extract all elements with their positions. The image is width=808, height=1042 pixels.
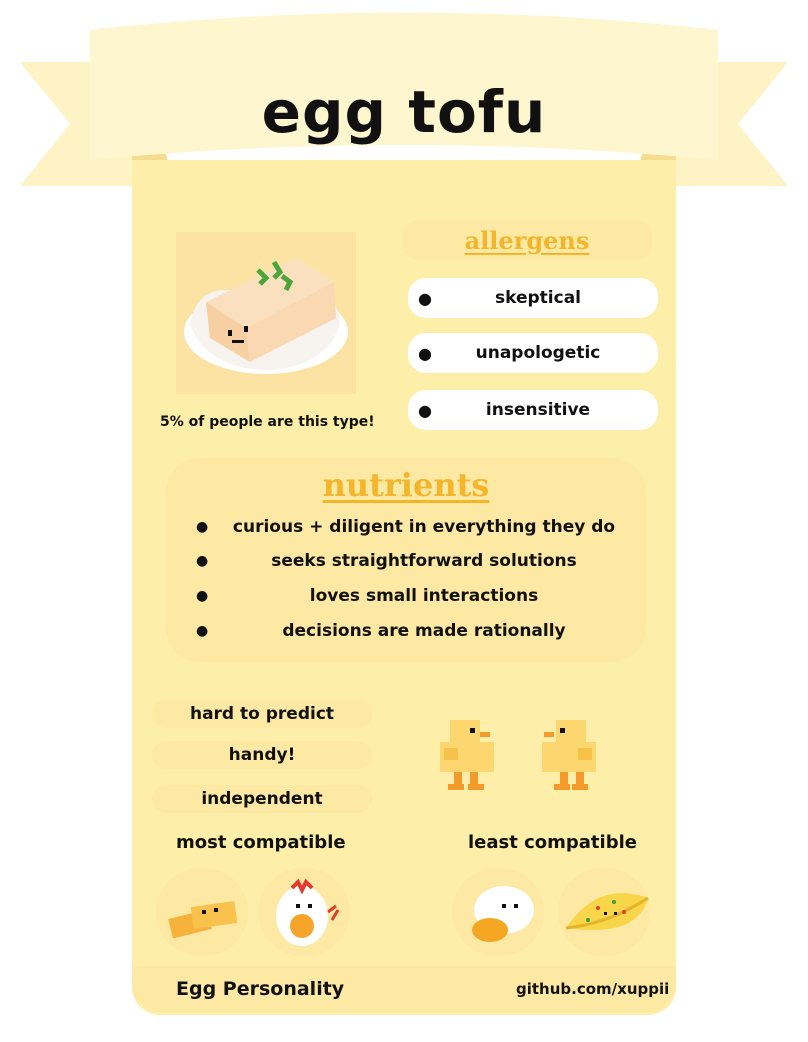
nutrients-heading: nutrients [322, 466, 490, 504]
egg-personality-card: { "title": "egg tofu", "percent_text": "… [0, 0, 808, 1042]
footer-link[interactable]: github.com/xuppii [516, 980, 669, 998]
allergen-label: insensitive [485, 400, 591, 420]
bullet-icon: ● [196, 623, 209, 639]
allergens-heading-label: allergens [464, 225, 590, 255]
page-title: egg tofu [261, 78, 547, 146]
allergen-item: ● skeptical [408, 278, 658, 318]
allergen-item: ● insensitive [408, 390, 658, 430]
nutrient-label: seeks straightforward solutions [271, 551, 577, 571]
most-compatible-egg-2 [258, 868, 350, 956]
boiled-egg-icon [276, 878, 340, 946]
nutrient-label: decisions are made rationally [282, 621, 566, 641]
nutrient-label: loves small interactions [309, 586, 539, 606]
egg-tofu-icon [184, 258, 348, 374]
nutrient-item: ● loves small interactions [196, 581, 636, 611]
nutrients-panel: nutrients ● curious + diligent in everyt… [166, 458, 646, 662]
least-compatible-egg-2 [558, 868, 650, 956]
bullet-icon: ● [418, 400, 432, 420]
nutrient-item: ● seeks straightforward solutions [196, 546, 636, 576]
bullet-icon: ● [196, 588, 209, 604]
allergen-item: ● unapologetic [408, 333, 658, 373]
allergens-heading: allergens [402, 220, 652, 260]
chick-left-icon [440, 720, 494, 790]
bullet-icon: ● [196, 553, 209, 569]
most-compatible-label: most compatible [176, 832, 346, 853]
allergen-label: unapologetic [475, 343, 601, 363]
footer-brand: Egg Personality [176, 978, 345, 1000]
most-compatible-egg-1 [156, 868, 248, 956]
egg-tofu-portrait [176, 232, 356, 394]
rolled-omelette-icon [168, 901, 238, 939]
bullet-icon: ● [418, 288, 432, 308]
bullet-icon: ● [196, 519, 209, 535]
trait-tag: handy! [152, 741, 372, 769]
trait-tag: independent [152, 785, 372, 813]
nutrient-item: ● curious + diligent in everything they … [196, 512, 636, 542]
nutrient-item: ● decisions are made rationally [196, 616, 636, 646]
trait-tag: hard to predict [152, 700, 372, 728]
omelette-icon [565, 893, 649, 930]
allergen-label: skeptical [495, 288, 581, 308]
percent-text: 5% of people are this type! [160, 414, 375, 430]
bullet-icon: ● [418, 343, 432, 363]
nutrient-label: curious + diligent in everything they do [232, 517, 616, 537]
chick-right-icon [542, 720, 596, 790]
least-compatible-label: least compatible [468, 832, 637, 853]
poached-egg-icon [472, 886, 534, 942]
least-compatible-egg-1 [452, 868, 544, 956]
chicks-icon [440, 720, 596, 790]
